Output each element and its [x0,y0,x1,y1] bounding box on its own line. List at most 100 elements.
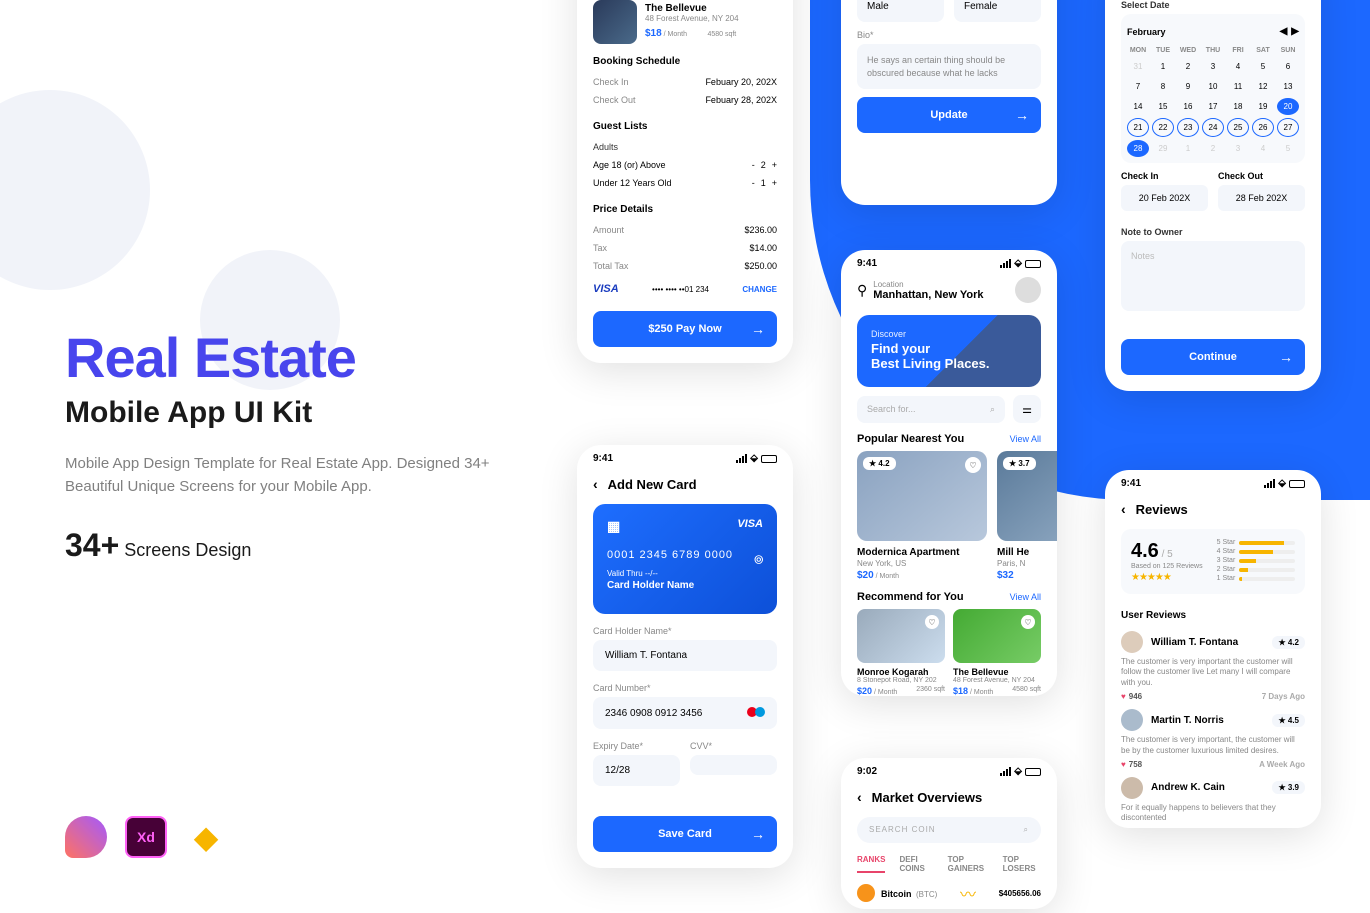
review-rating-badge: ★ 4.2 [1272,636,1305,649]
rating-badge: ★ 4.2 [863,457,896,470]
plus-button[interactable]: + [772,160,777,170]
minus-button[interactable]: - [752,160,755,170]
tax-label: Tax [593,243,607,253]
star-icons: ★★★★★ [1131,572,1203,583]
review-item: Andrew K. Cain★ 3.9 For it equally happe… [1105,773,1321,828]
tab-losers[interactable]: TOP LOSERS [1003,855,1041,873]
back-icon[interactable]: ‹ [593,476,598,492]
property-card[interactable]: ★ 3.7 Mill He Paris, N $32 [997,451,1057,581]
back-icon[interactable]: ‹ [857,789,862,805]
save-card-button[interactable]: Save Card→ [593,816,777,852]
back-icon[interactable]: ‹ [1121,501,1126,517]
recommend-title: Recommend for You [857,591,964,603]
chip-icon: ▦ [607,518,620,535]
cal-next-icon[interactable]: ▶ [1291,26,1299,37]
add-card-screen: 9:41⬙ ‹Add New Card ▦VISA ⦾ 0001 2345 67… [577,445,793,868]
status-icons: ⬙ [1264,478,1305,489]
guest-lists-title: Guest Lists [577,109,793,138]
review-rating-badge: ★ 4.5 [1272,714,1305,727]
select-date-label: Select Date [1105,0,1321,14]
search-input[interactable]: Search for...⌕ [857,396,1005,423]
notes-textarea[interactable]: Notes [1121,241,1305,311]
expiry-input[interactable]: 12/28 [593,755,680,786]
property-address: 48 Forest Avenue, NY 204 [645,14,739,23]
notes-label: Note to Owner [1105,219,1321,241]
review-text: For it equally happens to believers that… [1121,803,1305,824]
status-icons: ⬙ [1000,258,1041,269]
property-card[interactable]: ♡ Monroe Kogarah 8 Stonepot Road, NY 202… [857,609,945,696]
holder-label: Card Holder Name* [577,618,793,640]
booking-summary-screen: The Bellevue 48 Forest Avenue, NY 204 $1… [577,0,793,363]
bg-decoration [0,90,150,290]
heart-icon[interactable]: ♡ [1021,615,1035,629]
property-card[interactable]: ★ 4.2♡ Modernica Apartment New York, US … [857,451,987,581]
location-value[interactable]: Manhattan, New York [873,289,983,301]
property-price: $18 / Month [645,28,687,39]
reviewer-avatar [1121,709,1143,731]
check-out-label: Check Out [593,95,636,105]
tab-gainers[interactable]: TOP GAINERS [948,855,989,873]
tab-ranks[interactable]: RANKS [857,855,885,873]
property-image [593,0,637,44]
search-icon: ⌕ [990,404,995,415]
coin-row[interactable]: Bitcoin (BTC) 〰 $405656.06 [841,877,1057,909]
card-number-input[interactable]: 2346 0908 0912 3456 [593,697,777,729]
coin-value: $405656.06 [999,889,1041,898]
update-button[interactable]: Update→ [857,97,1041,133]
review-text: The customer is very important, the cust… [1121,735,1305,756]
bio-textarea[interactable]: He says an certain thing should be obscu… [857,44,1041,89]
gender-female-option[interactable]: Female [954,0,1041,22]
check-out-input[interactable]: 28 Feb 202X [1218,185,1305,211]
review-likes[interactable]: ♥946 [1121,692,1142,701]
discover-banner[interactable]: Discover Find your Best Living Places. [857,315,1041,387]
minus-button[interactable]: - [752,178,755,188]
card-holder-preview: Card Holder Name [607,580,763,591]
review-date: A Week Ago [1259,760,1305,769]
adults-sublabel: Age 18 (or) Above [593,160,666,170]
tab-defi[interactable]: DEFI COINS [899,855,933,873]
screen-title: Add New Card [608,477,697,492]
cvv-input[interactable] [690,755,777,775]
heart-icon[interactable]: ♡ [925,615,939,629]
plus-button[interactable]: + [772,178,777,188]
amount-value: $236.00 [744,225,777,235]
filter-button[interactable]: ⚌ [1013,395,1041,423]
continue-button[interactable]: Continue→ [1121,339,1305,375]
holder-input[interactable]: William T. Fontana [593,640,777,671]
search-coin-input[interactable]: SEARCH COIN⌕ [857,817,1041,843]
bio-label: Bio* [841,22,1057,44]
hero-panel: Real Estate Mobile App UI Kit Mobile App… [65,330,505,564]
search-icon: ⌕ [1024,825,1029,835]
check-in-value: Febuary 20, 202X [705,77,777,87]
screen-title: Market Overviews [872,790,983,805]
view-all-link[interactable]: View All [1010,434,1041,444]
check-in-label: Check In [593,77,629,87]
reviewer-avatar [1121,777,1143,799]
user-avatar[interactable] [1015,277,1041,303]
cal-prev-icon[interactable]: ◀ [1280,26,1288,37]
heart-icon[interactable]: ♡ [965,457,981,473]
review-text: The customer is very important the custo… [1121,657,1305,688]
calendar-grid[interactable]: 31123456 78910111213 14151617181920 2122… [1127,58,1299,157]
change-card-link[interactable]: CHANGE [742,285,777,294]
rating-score: 4.6 / 5 [1131,540,1203,563]
rating-badge: ★ 3.7 [1003,457,1036,470]
status-time: 9:41 [857,258,877,269]
reviews-screen: 9:41⬙ ‹Reviews 4.6 / 5 Based on 125 Revi… [1105,470,1321,828]
credit-card-preview: ▦VISA ⦾ 0001 2345 6789 0000 Valid Thru -… [593,504,777,614]
mastercard-icon [747,707,765,719]
view-all-link[interactable]: View All [1010,592,1041,602]
hero-description: Mobile App Design Template for Real Esta… [65,452,505,499]
adobe-xd-icon: Xd [125,816,167,858]
review-likes[interactable]: ♥758 [1121,760,1142,769]
hero-title: Real Estate [65,330,505,386]
gender-male-option[interactable]: Male [857,0,944,22]
profile-edit-screen: (+1) 443-829-0438 Gender* Male Female Bi… [841,0,1057,205]
review-rating-badge: ★ 3.9 [1272,781,1305,794]
booking-schedule-title: Booking Schedule [577,44,793,73]
property-name: The Bellevue [645,3,739,14]
pay-now-button[interactable]: $250 Pay Now→ [593,311,777,347]
total-label: Total Tax [593,261,628,271]
property-card[interactable]: ♡ The Bellevue 48 Forest Avenue, NY 204 … [953,609,1041,696]
check-in-input[interactable]: 20 Feb 202X [1121,185,1208,211]
